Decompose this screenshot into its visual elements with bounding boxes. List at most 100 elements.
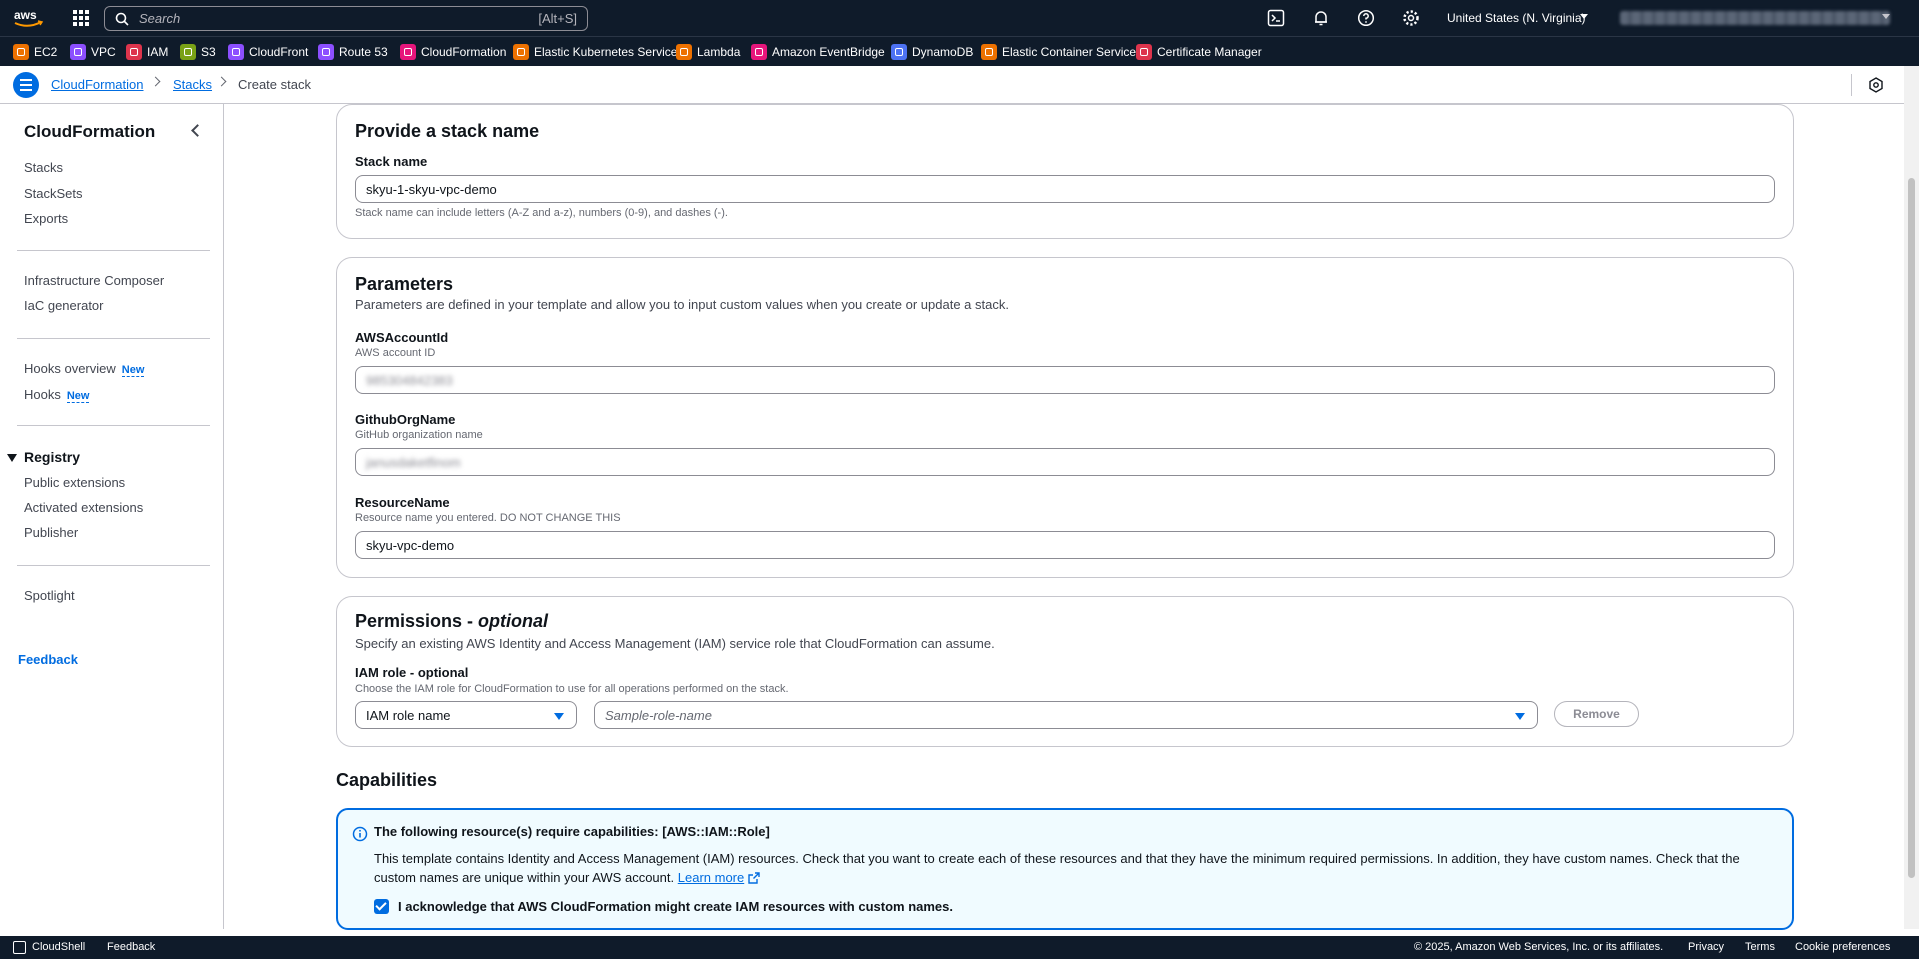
service-icon [1136, 44, 1152, 60]
breadcrumb-chevron-icon [150, 76, 161, 87]
aws-logo-icon[interactable]: aws [12, 6, 44, 30]
iam-role-label: IAM role - optional [355, 665, 469, 680]
cloudshell-icon[interactable] [1267, 9, 1285, 27]
registry-expand-caret-icon[interactable] [7, 454, 17, 462]
footer-terms[interactable]: Terms [1745, 941, 1775, 953]
service-icon [70, 44, 86, 60]
account-menu[interactable] [1620, 11, 1890, 25]
help-icon[interactable] [1357, 9, 1375, 27]
permissions-heading-optional: optional [478, 611, 549, 631]
divider [17, 425, 210, 426]
service-icon [676, 44, 692, 60]
favorite-cloudfront[interactable]: CloudFront [228, 44, 308, 60]
param-githuborgname-desc: GitHub organization name [355, 429, 483, 441]
divider [1851, 74, 1852, 96]
remove-role-button[interactable]: Remove [1554, 701, 1639, 727]
scrollbar-thumb[interactable] [1908, 178, 1915, 878]
param-resourcename-input[interactable]: skyu-vpc-demo [355, 531, 1775, 559]
hamburger-menu-icon[interactable] [13, 72, 39, 98]
sidenav-item-hooks[interactable]: Hooks New [24, 387, 90, 403]
favorite-lambda[interactable]: Lambda [676, 44, 740, 60]
permissions-heading-text: Permissions - [355, 611, 479, 631]
service-icon [180, 44, 196, 60]
page-scrollbar[interactable] [1904, 66, 1919, 929]
service-icon [513, 44, 529, 60]
sidenav-feedback-link[interactable]: Feedback [18, 652, 78, 667]
param-githuborgname-input[interactable]: janusdaketfinom [355, 448, 1775, 476]
footer-cookie-preferences[interactable]: Cookie preferences [1795, 941, 1890, 953]
learn-more-link[interactable]: Learn more [678, 870, 744, 885]
favorite-elastic-container-service[interactable]: Elastic Container Service [981, 44, 1136, 60]
console-footer: CloudShell Feedback © 2025, Amazon Web S… [0, 936, 1919, 959]
sidenav-item-iac-generator[interactable]: IaC generator [24, 298, 104, 313]
cloudshell-footer-icon[interactable] [13, 941, 26, 954]
favorite-label: S3 [201, 45, 216, 59]
sidenav-item-hooks-overview[interactable]: Hooks overview New [24, 361, 145, 377]
favorite-certificate-manager[interactable]: Certificate Manager [1136, 44, 1262, 60]
favorite-vpc[interactable]: VPC [70, 44, 116, 60]
sidenav-section-registry[interactable]: Registry [24, 449, 80, 465]
sidenav-title: CloudFormation [24, 122, 156, 141]
param-awsaccountid-label: AWSAccountId [355, 330, 449, 345]
sidenav-item-label: Hooks overview [24, 361, 116, 376]
favorite-route-53[interactable]: Route 53 [318, 44, 388, 60]
service-icon [400, 44, 416, 60]
favorite-label: IAM [147, 45, 169, 59]
sidenav-item-exports[interactable]: Exports [24, 211, 68, 226]
service-icon [228, 44, 244, 60]
favorite-label: EC2 [34, 45, 58, 59]
favorite-s3[interactable]: S3 [180, 44, 216, 60]
acknowledge-checkbox[interactable] [374, 899, 389, 914]
favorite-amazon-eventbridge[interactable]: Amazon EventBridge [751, 44, 885, 60]
close-sidenav-chevron-icon[interactable] [191, 124, 204, 137]
favorite-cloudformation[interactable]: CloudFormation [400, 44, 506, 60]
favorite-elastic-kubernetes-service[interactable]: Elastic Kubernetes Service [513, 44, 677, 60]
footer-cloudshell[interactable]: CloudShell [32, 941, 85, 953]
stack-name-input[interactable]: skyu-1-skyu-vpc-demo [355, 175, 1775, 203]
sidenav-item-public-extensions[interactable]: Public extensions [24, 475, 125, 490]
permissions-description: Specify an existing AWS Identity and Acc… [355, 636, 995, 651]
breadcrumb-cloudformation[interactable]: CloudFormation [51, 77, 144, 92]
breadcrumb-stacks[interactable]: Stacks [173, 77, 212, 92]
search-input[interactable]: Search [Alt+S] [104, 6, 588, 31]
search-icon [115, 12, 129, 26]
info-panel-icon[interactable] [1868, 77, 1884, 93]
favorite-ec2[interactable]: EC2 [13, 44, 57, 60]
stack-name-hint: Stack name can include letters (A-Z and … [355, 207, 728, 219]
favorite-iam[interactable]: IAM [126, 44, 168, 60]
new-badge: New [121, 364, 145, 377]
capabilities-heading: Capabilities [336, 770, 438, 790]
services-grid-icon[interactable] [72, 9, 90, 27]
footer-privacy[interactable]: Privacy [1688, 941, 1724, 953]
favorite-label: CloudFront [249, 45, 309, 59]
favorite-dynamodb[interactable]: DynamoDB [891, 44, 973, 60]
permissions-container: Permissions - optional Specify an existi… [336, 596, 1794, 747]
notifications-bell-icon[interactable] [1312, 9, 1330, 27]
favorite-label: Lambda [697, 45, 741, 59]
parameters-container: Parameters Parameters are defined in you… [336, 257, 1794, 578]
stack-name-heading: Provide a stack name [355, 121, 540, 141]
favorite-label: CloudFormation [421, 45, 507, 59]
settings-gear-icon[interactable] [1402, 9, 1420, 27]
footer-feedback[interactable]: Feedback [107, 941, 155, 953]
capabilities-alert: The following resource(s) require capabi… [336, 808, 1794, 930]
external-link-icon[interactable] [748, 872, 760, 884]
region-selector[interactable]: United States (N. Virginia) [1447, 11, 1586, 25]
sidenav-item-activated-extensions[interactable]: Activated extensions [24, 500, 143, 515]
service-icon [981, 44, 997, 60]
search-shortcut: [Alt+S] [538, 11, 577, 26]
caret-down-icon [1515, 713, 1525, 720]
sidenav-item-publisher[interactable]: Publisher [24, 525, 78, 540]
capabilities-alert-title: The following resource(s) require capabi… [374, 824, 770, 839]
param-awsaccountid-input[interactable]: 985304842383 [355, 366, 1775, 394]
sidenav-item-stacksets[interactable]: StackSets [24, 186, 83, 201]
sidenav-item-infrastructure-composer[interactable]: Infrastructure Composer [24, 273, 164, 288]
service-icon [318, 44, 334, 60]
sidenav-item-spotlight[interactable]: Spotlight [24, 588, 75, 603]
sidenav-item-stacks[interactable]: Stacks [24, 160, 63, 175]
acknowledge-iam-checkbox-row[interactable]: I acknowledge that AWS CloudFormation mi… [374, 899, 953, 914]
iam-role-type-select[interactable]: IAM role name [355, 701, 577, 729]
param-resourcename-label: ResourceName [355, 495, 450, 510]
permissions-heading: Permissions - optional [355, 611, 548, 632]
iam-role-name-select[interactable]: Sample-role-name [594, 701, 1538, 729]
